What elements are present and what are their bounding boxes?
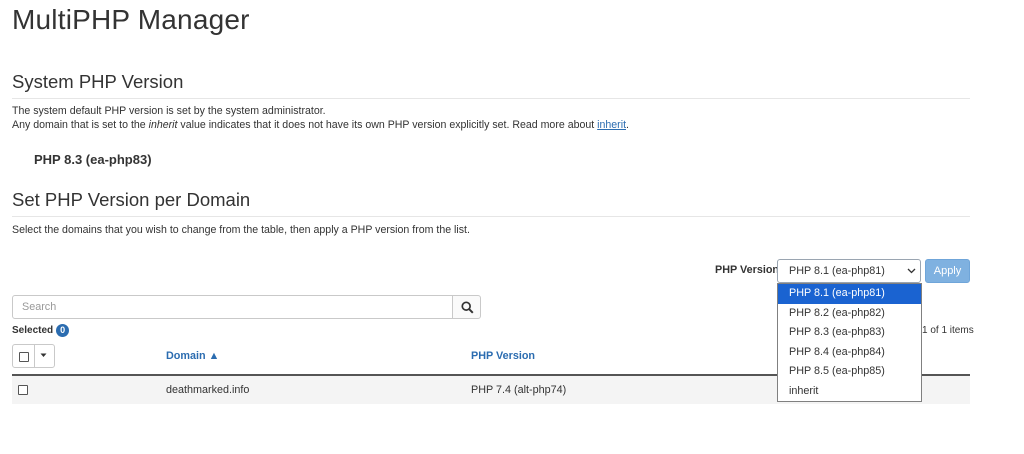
search-button[interactable] <box>452 295 481 319</box>
search-icon <box>461 301 474 319</box>
row-php-version: PHP 7.4 (alt-php74) <box>471 384 567 396</box>
system-php-heading: System PHP Version <box>12 71 184 92</box>
section-divider <box>12 216 970 217</box>
column-header-php-version[interactable]: PHP Version <box>471 350 535 362</box>
php-version-label: PHP Version <box>715 264 780 276</box>
divider <box>34 345 35 367</box>
section-divider <box>12 98 970 99</box>
system-description-line1: The system default PHP version is set by… <box>12 105 326 117</box>
domain-php-heading: Set PHP Version per Domain <box>12 189 251 210</box>
dropdown-option[interactable]: PHP 8.5 (ea-php85) <box>778 362 921 382</box>
inherit-emphasis: inherit <box>148 119 178 131</box>
system-description-line2: Any domain that is set to the inherit va… <box>12 119 629 133</box>
select-all-checkbox[interactable] <box>19 352 29 362</box>
php-version-select[interactable]: PHP 8.1 (ea-php81) <box>777 259 921 283</box>
apply-button[interactable]: Apply <box>925 259 970 283</box>
line2-end: . <box>626 119 629 131</box>
system-php-version-value: PHP 8.3 (ea-php83) <box>34 152 152 167</box>
search-input[interactable]: Search <box>12 295 453 319</box>
row-domain: deathmarked.info <box>166 384 250 396</box>
selected-label: Selected <box>12 325 54 336</box>
selected-count: Selected 0 <box>12 324 70 337</box>
dropdown-option[interactable]: inherit <box>778 382 921 402</box>
dropdown-option[interactable]: PHP 8.1 (ea-php81) <box>778 284 921 304</box>
dropdown-option[interactable]: PHP 8.2 (ea-php82) <box>778 304 921 324</box>
line2-suffix: value indicates that it does not have it… <box>177 119 598 131</box>
line2-prefix: Any domain that is set to the <box>12 119 149 131</box>
column-header-domain[interactable]: Domain ▲ <box>166 350 219 362</box>
pagination-info: 1 of 1 items <box>922 325 974 336</box>
caret-down-icon[interactable] <box>40 351 47 361</box>
row-checkbox[interactable] <box>18 385 28 395</box>
dropdown-option[interactable]: PHP 8.3 (ea-php83) <box>778 323 921 343</box>
page-title: MultiPHP Manager <box>12 4 250 35</box>
select-all-control <box>12 344 55 368</box>
php-version-dropdown: PHP 8.1 (ea-php81) PHP 8.2 (ea-php82) PH… <box>777 283 922 402</box>
domain-description: Select the domains that you wish to chan… <box>12 224 470 236</box>
inherit-link[interactable]: inherit <box>597 119 626 131</box>
dropdown-option[interactable]: PHP 8.4 (ea-php84) <box>778 343 921 363</box>
php-version-selected-value: PHP 8.1 (ea-php81) <box>789 265 885 277</box>
selected-count-badge: 0 <box>56 324 70 337</box>
